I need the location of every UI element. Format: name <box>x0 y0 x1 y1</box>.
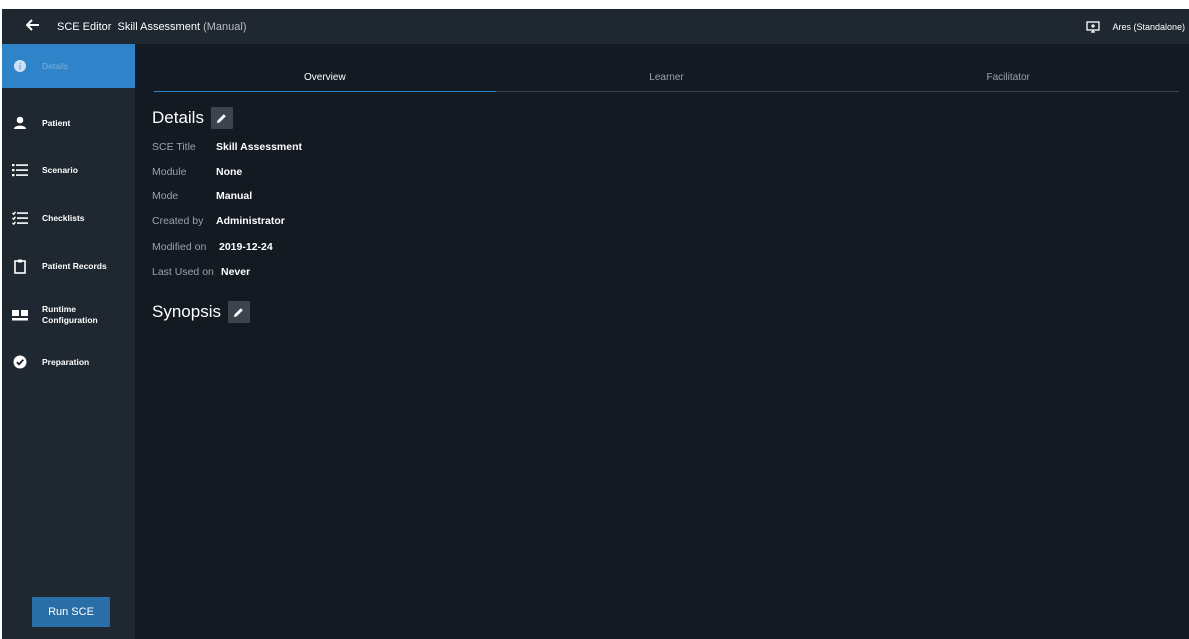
details-row-module: Module None <box>152 166 242 178</box>
breadcrumb: SCE Editor Skill Assessment (Manual) <box>57 21 246 33</box>
sidebar: i Details Patient Scenario Checklists Pa… <box>2 44 135 639</box>
sidebar-item-scenario[interactable]: Scenario <box>2 148 135 192</box>
field-value: None <box>216 166 243 178</box>
app-window: SCE Editor Skill Assessment (Manual) Are… <box>2 9 1189 639</box>
field-label: Modified on <box>152 241 207 253</box>
field-label: Mode <box>152 190 179 202</box>
field-value: Manual <box>216 190 253 202</box>
clipboard-icon <box>12 258 28 274</box>
edit-details-button[interactable] <box>210 107 233 129</box>
details-title: Details <box>152 108 204 127</box>
sidebar-item-label: Patient <box>42 117 71 128</box>
sidebar-item-patient[interactable]: Patient <box>2 101 135 145</box>
synopsis-title: Synopsis <box>152 302 221 321</box>
details-row-sce-title: SCE Title Skill Assessment <box>152 141 302 153</box>
check-circle-icon <box>12 354 28 370</box>
sidebar-item-label: Runtime Configuration <box>42 304 98 325</box>
list-icon <box>12 162 28 178</box>
field-value: Skill Assessment <box>216 141 302 153</box>
field-value: Administrator <box>216 215 285 227</box>
field-value: Never <box>221 266 251 278</box>
station-indicator[interactable]: Ares (Standalone) <box>1086 9 1185 44</box>
sidebar-item-runtime-configuration[interactable]: Runtime Configuration <box>2 293 135 337</box>
sidebar-item-label: Details <box>42 60 68 71</box>
sce-name: Skill Assessment <box>117 20 201 33</box>
field-label: Created by <box>152 215 204 227</box>
pencil-icon <box>216 113 227 124</box>
details-section-header: Details <box>152 107 233 129</box>
monitor-icon <box>1086 20 1101 33</box>
details-row-last-used-on: Last Used on Never <box>152 266 250 278</box>
tab-learner[interactable]: Learner <box>495 64 838 92</box>
field-label: Last Used on <box>152 266 214 278</box>
sidebar-item-label: Scenario <box>42 164 78 175</box>
details-row-modified-on: Modified on 2019-12-24 <box>152 241 273 253</box>
back-button[interactable] <box>13 9 53 44</box>
checklist-icon <box>12 210 28 226</box>
arrow-left-icon <box>25 18 40 36</box>
tab-facilitator[interactable]: Facilitator <box>837 64 1180 92</box>
sidebar-item-label: Patient Records <box>42 260 107 271</box>
station-label: Ares (Standalone) <box>1112 21 1185 32</box>
tab-bar: Overview Learner Facilitator <box>154 64 1180 92</box>
sidebar-item-label: Checklists <box>42 212 85 223</box>
sidebar-item-details[interactable]: i Details <box>2 44 135 88</box>
run-sce-button[interactable]: Run SCE <box>32 597 110 627</box>
pencil-icon <box>233 307 244 318</box>
tab-overview[interactable]: Overview <box>154 64 496 92</box>
field-label: Module <box>152 166 187 178</box>
synopsis-section-header: Synopsis <box>152 301 250 323</box>
sidebar-item-preparation[interactable]: Preparation <box>2 340 135 384</box>
sidebar-item-patient-records[interactable]: Patient Records <box>2 244 135 288</box>
details-row-created-by: Created by Administrator <box>152 215 285 227</box>
details-row-mode: Mode Manual <box>152 190 252 202</box>
mode-label: (Manual) <box>203 20 247 33</box>
field-value: 2019-12-24 <box>219 241 273 253</box>
edit-synopsis-button[interactable] <box>227 301 250 323</box>
app-label: SCE Editor <box>57 20 112 33</box>
info-icon: i <box>12 58 28 74</box>
dashboard-icon <box>12 307 28 323</box>
top-bar: SCE Editor Skill Assessment (Manual) Are… <box>2 9 1189 44</box>
sidebar-item-checklists[interactable]: Checklists <box>2 196 135 240</box>
field-label: SCE Title <box>152 141 196 153</box>
person-icon <box>12 115 28 131</box>
sidebar-item-label: Preparation <box>42 356 90 367</box>
